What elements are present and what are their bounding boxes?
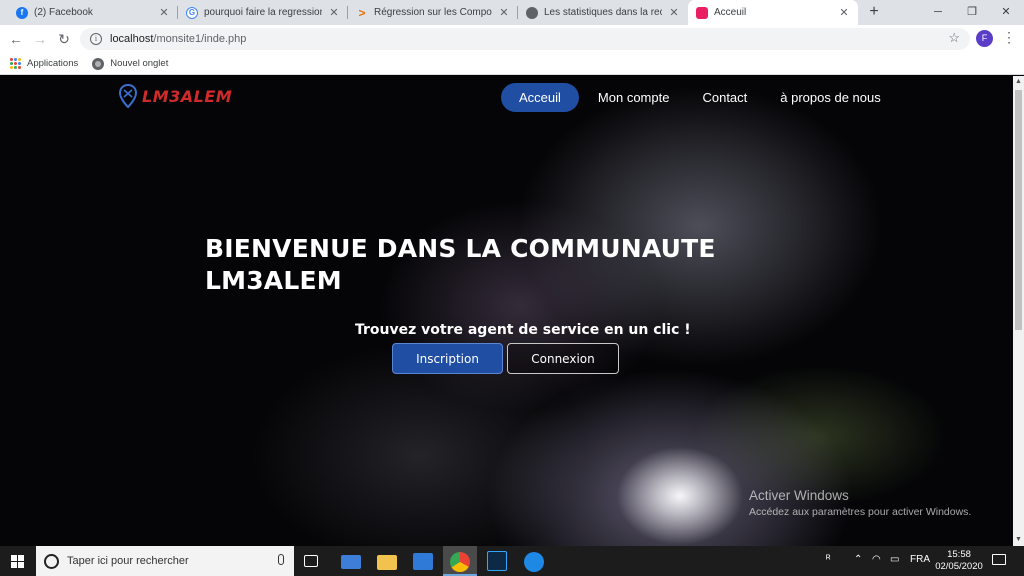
facebook-icon: f [16,6,28,19]
apps-grid-icon [10,58,21,69]
bookmark-label: Applications [27,58,79,69]
page-scrollbar[interactable]: ▲ ▼ [1013,76,1024,546]
search-placeholder: Taper ici pour rechercher [67,555,189,567]
scrollbar-thumb[interactable] [1015,90,1022,330]
main-nav: Acceuil Mon compte Contact à propos de n… [501,83,900,112]
chevron-up-icon[interactable]: ⌃ [854,554,862,565]
close-icon[interactable]: ✕ [838,6,850,19]
photoshop-icon[interactable] [487,551,507,571]
taskbar-search[interactable]: Taper ici pour rechercher [36,546,294,576]
brand-name: LM3ALEM [142,86,233,106]
globe-icon [92,57,105,70]
globe-icon [526,6,538,19]
bookmark-applications[interactable]: Applications [10,58,78,69]
nav-acceuil[interactable]: Acceuil [501,83,579,112]
location-pin-icon [118,84,138,108]
battery-icon[interactable]: ▭ [890,554,899,565]
scroll-up-arrow-icon[interactable]: ▲ [1013,76,1024,88]
notifications-icon[interactable] [992,554,1006,565]
browser-toolbar: ← → ↻ i localhost/monsite1/inde.php ☆ F … [0,25,1024,53]
microphone-icon[interactable] [278,554,284,565]
windows-start-icon[interactable] [11,555,24,568]
nav-a-propos[interactable]: à propos de nous [766,83,894,112]
tab-statistiques[interactable]: Les statistiques dans la recherc ✕ [518,0,688,25]
edge-icon[interactable] [524,552,544,572]
site-icon [696,6,708,19]
address-bar[interactable]: i localhost/monsite1/inde.php ☆ [80,28,970,50]
url-host: localhost [110,33,154,45]
file-explorer-icon[interactable] [377,555,397,570]
window-close-button[interactable]: ✕ [986,0,1024,25]
cortana-icon [44,553,59,569]
scroll-down-arrow-icon[interactable]: ▼ [1013,534,1024,546]
tab-google-search[interactable]: G pourquoi faire la regression lo ✕ [178,0,348,25]
site-logo[interactable]: LM3ALEM [118,84,232,108]
menu-icon[interactable]: ⋮ [1002,29,1016,46]
store-icon[interactable] [413,553,433,570]
chevron-right-icon: > [358,5,366,20]
forward-button[interactable]: → [30,29,50,49]
back-button[interactable]: ← [6,29,26,49]
tab-acceuil[interactable]: Acceuil ✕ [688,0,858,25]
url-path: /monsite1/inde.php [153,33,247,45]
windows-taskbar: Taper ici pour rechercher ᴿ ⌃ ◠ ▭ FRA 15… [0,546,1024,576]
clock-date: 02/05/2020 [935,561,983,572]
bookmark-new-tab[interactable]: Nouvel onglet [92,57,169,70]
tab-regression[interactable]: > Régression sur les Composante ✕ [348,0,518,25]
google-icon: G [186,6,198,19]
people-icon[interactable]: ᴿ [826,554,831,565]
close-icon[interactable]: ✕ [668,6,680,19]
mail-icon[interactable] [341,555,361,569]
taskbar-clock[interactable]: 15:58 02/05/2020 [935,549,983,573]
reload-button[interactable]: ↻ [54,29,74,49]
close-icon[interactable]: ✕ [158,6,170,19]
bookmarks-bar: Applications Nouvel onglet [0,53,1024,75]
close-icon[interactable]: ✕ [328,6,340,19]
watermark-subtitle: Accédez aux paramètres pour activer Wind… [749,506,972,518]
task-view-icon[interactable] [304,555,318,567]
page-viewport: LM3ALEM Acceuil Mon compte Contact à pro… [0,76,1013,546]
tab-title: pourquoi faire la regression lo [204,7,322,18]
clock-time: 15:58 [947,549,971,560]
language-indicator[interactable]: FRA [910,554,930,565]
tab-title: Acceuil [714,7,747,18]
browser-tab-strip: f (2) Facebook ✕ G pourquoi faire la reg… [0,0,1024,25]
close-icon[interactable]: ✕ [498,6,510,19]
hero-title: BIENVENUE DANS LA COMMUNAUTE LM3ALEM [205,234,716,295]
info-icon[interactable]: i [90,33,102,45]
watermark-title: Activer Windows [749,488,849,503]
tab-title: (2) Facebook [34,7,93,18]
wifi-icon[interactable]: ◠ [872,554,881,565]
tab-facebook[interactable]: f (2) Facebook ✕ [8,0,178,25]
login-button[interactable]: Connexion [507,343,619,374]
profile-avatar[interactable]: F [976,30,993,47]
chrome-icon[interactable] [450,552,470,572]
hero-subtitle: Trouvez votre agent de service en un cli… [355,322,691,338]
new-tab-button[interactable]: + [864,2,884,22]
star-icon[interactable]: ☆ [948,30,960,46]
signup-button[interactable]: Inscription [392,343,503,374]
tab-title: Les statistiques dans la recherc [544,7,662,18]
bookmark-label: Nouvel onglet [110,58,169,69]
activate-windows-watermark: Activer Windows Accédez aux paramètres p… [749,488,971,518]
tab-title: Régression sur les Composante [374,7,492,18]
nav-contact[interactable]: Contact [688,83,761,112]
nav-mon-compte[interactable]: Mon compte [584,83,684,112]
